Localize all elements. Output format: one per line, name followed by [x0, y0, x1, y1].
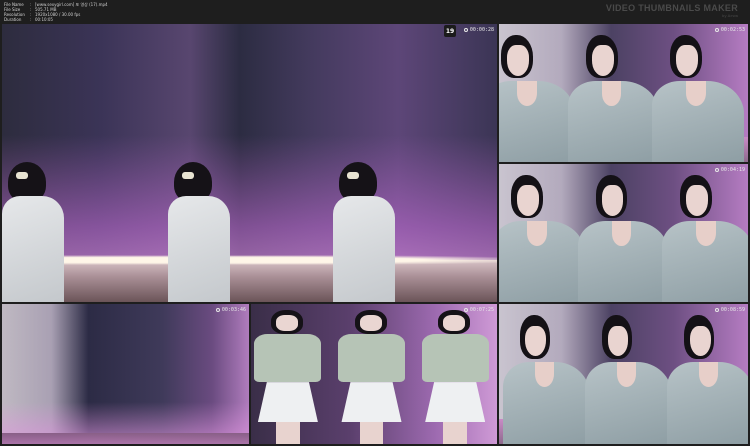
clock-icon	[215, 308, 220, 312]
timestamp-label: 00:04:19	[714, 167, 745, 173]
timestamp-label: 00:00:28	[463, 27, 494, 33]
clock-icon	[714, 28, 719, 32]
info-row-duration: Duration:00:10:05	[4, 17, 53, 22]
timestamp-label: 00:07:25	[463, 307, 494, 313]
thumbnail-bottom-2[interactable]: 00:07:25	[251, 304, 497, 444]
clock-icon	[714, 308, 719, 312]
person-figure	[2, 162, 64, 302]
brand-logo: VIDEO THUMBNAILS MAKER by Aewa	[605, 3, 738, 18]
timestamp-label: 00:02:53	[714, 27, 745, 33]
timestamp-label: 00:08:59	[714, 307, 745, 313]
stage-lights	[2, 254, 497, 302]
clock-icon	[463, 28, 468, 32]
thumbnail-bottom-1[interactable]: 00:03:46	[2, 304, 249, 444]
person-figure	[168, 162, 230, 302]
clock-icon	[463, 308, 468, 312]
thumbnail-right-2[interactable]: 00:04:19	[499, 164, 748, 302]
file-info-header: File Name: [www.sexygirl.com] 포 영상 (17).m…	[0, 0, 750, 22]
thumbnail-right-3[interactable]: 00:08:59	[499, 304, 748, 444]
timestamp-label: 00:03:46	[215, 307, 246, 313]
file-info-block: File Name: [www.sexygirl.com] 포 영상 (17).m…	[4, 2, 108, 22]
clock-icon	[714, 168, 719, 172]
thumbnail-right-1[interactable]: 00:02:53	[499, 24, 748, 162]
person-figure	[333, 162, 395, 302]
rating-badge: 19	[444, 25, 456, 37]
thumbnail-large[interactable]: 19 00:00:28	[2, 24, 497, 302]
